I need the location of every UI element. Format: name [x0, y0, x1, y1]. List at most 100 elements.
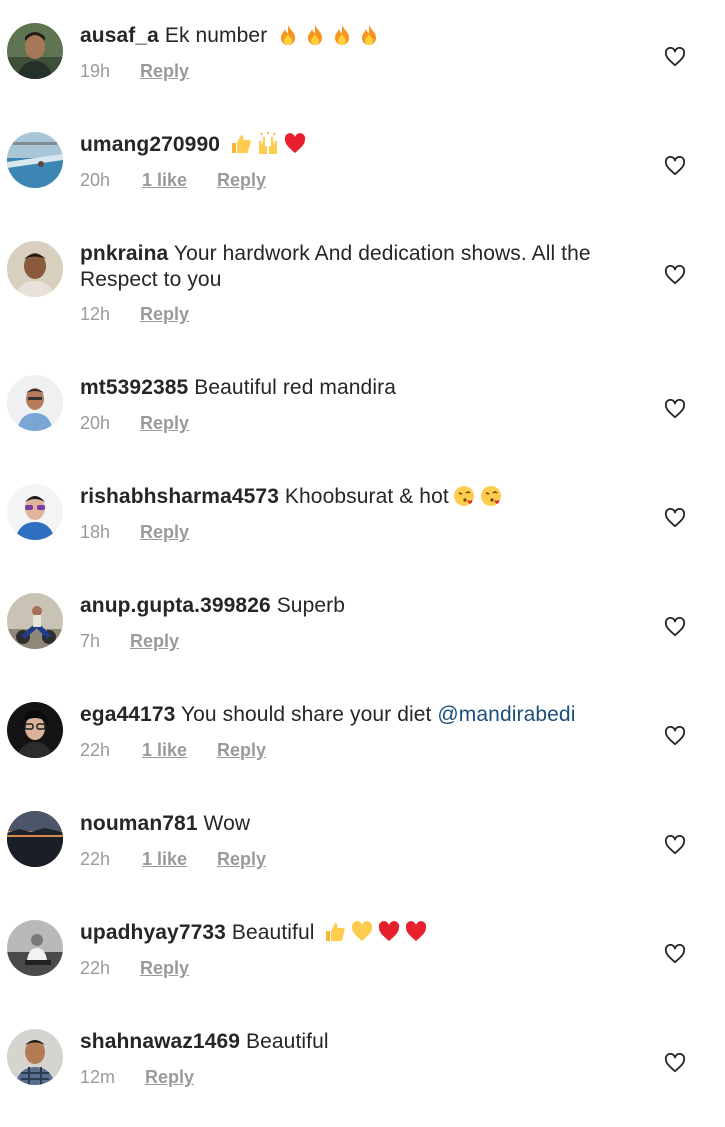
comment-item: umang270990 20h 1 like Reply: [0, 132, 725, 212]
comment-time: 7h: [80, 631, 101, 651]
heart-outline-icon[interactable]: [664, 265, 686, 285]
thumbs-up-emoji-icon: [231, 135, 251, 153]
comment-body: mt5392385 Beautiful red mandira: [80, 375, 620, 401]
fire-emoji-icon: [335, 25, 350, 45]
comment-time: 12m: [80, 1067, 116, 1087]
yellow-heart-emoji-icon: [352, 921, 373, 941]
comment-time: 22h: [80, 849, 111, 869]
comment-username[interactable]: anup.gupta.399826: [80, 594, 271, 617]
likes-count-link[interactable]: 1 like: [142, 739, 187, 761]
raised-hands-emoji-icon: [258, 132, 277, 154]
avatar[interactable]: [7, 811, 63, 867]
comment-username[interactable]: rishabhsharma4573: [80, 485, 279, 508]
reply-button[interactable]: Reply: [217, 848, 266, 870]
fire-emoji-icon: [362, 25, 377, 45]
comment-meta: 19h Reply: [80, 60, 189, 82]
mention-link[interactable]: @mandirabedi: [437, 703, 575, 726]
likes-count-link[interactable]: 1 like: [142, 169, 187, 191]
reply-button[interactable]: Reply: [140, 521, 189, 543]
avatar[interactable]: [7, 132, 63, 188]
reply-button[interactable]: Reply: [130, 630, 179, 652]
avatar[interactable]: [7, 375, 63, 431]
avatar[interactable]: [7, 484, 63, 540]
comment-username[interactable]: shahnawaz1469: [80, 1030, 240, 1053]
reply-button[interactable]: Reply: [140, 412, 189, 434]
comment-text: Beautiful red mandira: [194, 376, 396, 399]
red-heart-emoji-icon: [284, 133, 306, 153]
kiss-face-emoji-icon: [453, 486, 474, 506]
comment-username[interactable]: pnkraina: [80, 242, 168, 265]
comment-text: Ek number: [164, 24, 268, 47]
heart-outline-icon[interactable]: [664, 835, 686, 855]
comment-item: shahnawaz1469 Beautiful 12m Reply: [0, 1029, 725, 1109]
comment-text: Superb: [276, 594, 346, 617]
comment-body: anup.gupta.399826 Superb: [80, 593, 620, 619]
reply-button[interactable]: Reply: [140, 60, 189, 82]
comment-item: ega44173 You should share your diet @man…: [0, 702, 725, 782]
reply-button[interactable]: Reply: [217, 169, 266, 191]
avatar[interactable]: [7, 593, 63, 649]
fire-emoji-icon: [281, 25, 296, 45]
comment-username[interactable]: nouman781: [80, 812, 198, 835]
avatar[interactable]: [7, 23, 63, 79]
comment-body: rishabhsharma4573 Khoobsurat & hot: [80, 484, 620, 510]
comment-body: upadhyay7733 Beautiful: [80, 920, 620, 946]
comment-text: Khoobsurat & hot: [284, 485, 449, 508]
comment-meta: 20h Reply: [80, 412, 189, 434]
comment-meta: 12m Reply: [80, 1066, 194, 1088]
comment-meta: 20h 1 like Reply: [80, 169, 266, 191]
comment-username[interactable]: ausaf_a: [80, 24, 159, 47]
comment-meta: 22h 1 like Reply: [80, 848, 266, 870]
comment-username[interactable]: mt5392385: [80, 376, 188, 399]
avatar[interactable]: [7, 241, 63, 297]
heart-outline-icon[interactable]: [664, 726, 686, 746]
comment-username[interactable]: ega44173: [80, 703, 175, 726]
comment-meta: 7h Reply: [80, 630, 179, 652]
comment-body: ega44173 You should share your diet @man…: [80, 702, 620, 728]
comment-time: 19h: [80, 61, 111, 81]
comment-meta: 22h Reply: [80, 957, 189, 979]
comment-text: You should share your diet: [180, 703, 432, 726]
comment-item: nouman781 Wow 22h 1 like Reply: [0, 811, 725, 891]
comment-body: ausaf_a Ek number: [80, 23, 620, 49]
avatar[interactable]: [7, 1029, 63, 1085]
heart-outline-icon[interactable]: [664, 156, 686, 176]
reply-button[interactable]: Reply: [140, 303, 189, 325]
comment-time: 12h: [80, 304, 111, 324]
comment-item: mt5392385 Beautiful red mandira 20h Reply: [0, 375, 725, 455]
comment-meta: 12h Reply: [80, 303, 189, 325]
comment-time: 20h: [80, 170, 111, 190]
heart-outline-icon[interactable]: [664, 399, 686, 419]
comment-item: anup.gupta.399826 Superb 7h Reply: [0, 593, 725, 673]
heart-outline-icon[interactable]: [664, 1053, 686, 1073]
comment-body: nouman781 Wow: [80, 811, 620, 837]
thumbs-up-emoji-icon: [326, 923, 346, 941]
comment-time: 22h: [80, 740, 111, 760]
heart-outline-icon[interactable]: [664, 944, 686, 964]
comment-text: Wow: [203, 812, 251, 835]
likes-count-link[interactable]: 1 like: [142, 848, 187, 870]
comment-item: pnkraina Your hardwork And dedication sh…: [0, 241, 725, 341]
heart-outline-icon[interactable]: [664, 508, 686, 528]
heart-outline-icon[interactable]: [664, 617, 686, 637]
heart-outline-icon[interactable]: [664, 47, 686, 67]
comment-body: umang270990: [80, 132, 620, 158]
comment-time: 20h: [80, 413, 111, 433]
red-heart-emoji-icon: [406, 921, 427, 941]
comment-username[interactable]: upadhyay7733: [80, 921, 226, 944]
comment-item: upadhyay7733 Beautiful 22h Reply: [0, 920, 725, 1000]
comment-item: ausaf_a Ek number 19h Reply: [0, 23, 725, 103]
red-heart-emoji-icon: [379, 921, 400, 941]
comment-username[interactable]: umang270990: [80, 133, 220, 156]
comment-body: shahnawaz1469 Beautiful: [80, 1029, 620, 1055]
avatar[interactable]: [7, 920, 63, 976]
kiss-face-emoji-icon: [480, 486, 501, 506]
comment-time: 18h: [80, 522, 111, 542]
reply-button[interactable]: Reply: [217, 739, 266, 761]
comment-text: Beautiful: [246, 1030, 329, 1053]
reply-button[interactable]: Reply: [140, 957, 189, 979]
fire-emoji-icon: [308, 25, 323, 45]
comments-list: ausaf_a Ek number 19h Reply umang270990 2…: [0, 0, 725, 1127]
reply-button[interactable]: Reply: [145, 1066, 194, 1088]
avatar[interactable]: [7, 702, 63, 758]
